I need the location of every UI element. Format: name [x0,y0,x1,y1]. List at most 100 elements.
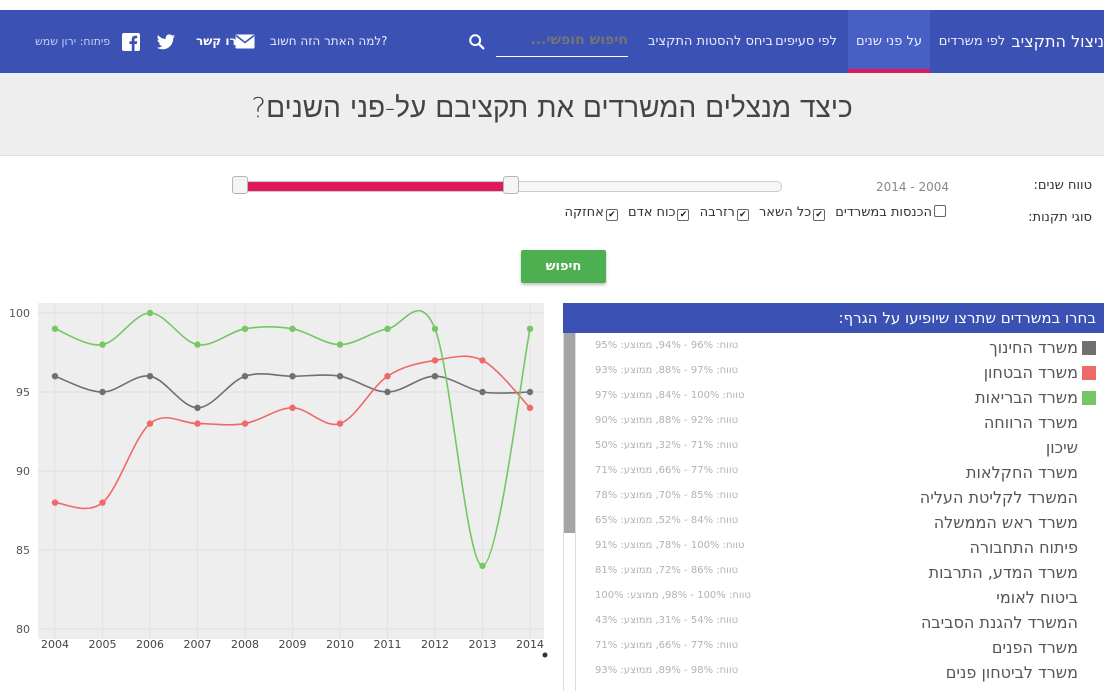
ministry-name: משרד החינוך [989,338,1078,357]
checkbox-box[interactable]: ✔ [813,209,826,221]
data-point [526,388,534,396]
years-slider-handle-max[interactable] [502,176,519,194]
x-tick-label: 2014 [516,638,544,651]
ministry-name: משרד המדע, התרבות [928,563,1078,582]
data-point [289,325,296,332]
ministry-item[interactable]: שיכון טווח: 71% - 32%, ממוצע: 50% [581,436,1096,461]
x-tick-label: 2008 [231,638,259,651]
regulation-types-label: סוגי תקנות: [1028,210,1092,225]
years-slider-handle-min[interactable] [232,176,248,194]
ministry-range: טווח: 71% - 32%, ממוצע: 50% [595,440,739,451]
data-point [51,373,59,380]
data-point [431,373,439,380]
ministry-item[interactable]: משרד הרווחה טווח: 92% - 88%, ממוצע: 90% [581,411,1096,436]
ministry-range: טווח: 100% - 78%, ממוצע: 91% [595,540,745,551]
ministry-item[interactable]: ביטוח לאומי טווח: 100% - 98%, ממוצע: 100% [581,586,1096,611]
type-checkbox-maintenance[interactable]: ✔אחזקה [564,205,618,221]
checkbox-box[interactable] [934,205,946,217]
data-point [289,373,296,380]
chart-area: 80 85 90 95 100 2004 2005 2006 2007 2008 2009 2010 2… [0,303,563,691]
x-tick-label: 2004 [41,638,69,651]
search-input[interactable] [496,24,628,57]
ministry-name: משרד לביטחון פנים [945,663,1078,682]
ministry-name: משרד ראש הממשלה [933,513,1078,532]
data-point [479,388,486,396]
ministry-color-swatch [1082,341,1096,355]
ministry-range: טווח: 100% - 98%, ממוצע: 100% [595,590,751,601]
data-point [99,341,106,348]
ministry-item[interactable]: פיתוח התחבורה טווח: 100% - 78%, ממוצע: 91… [581,536,1096,561]
ministry-range: טווח: 92% - 88%, ממוצע: 90% [595,415,739,426]
data-point [51,325,59,332]
ministry-range: טווח: 100% - 84%, ממוצע: 97% [595,390,745,401]
ministry-item[interactable]: משרד הבטחון טווח: 97% - 88%, ממוצע: 93% [581,361,1096,386]
ministry-item[interactable]: משרד החינוך טווח: 96% - 94%, ממוצע: 95% [581,336,1096,361]
ministry-name: המשרד להגנת הסביבה [920,613,1078,632]
data-point [384,388,391,396]
nav-item-by-sections[interactable]: לפי סעיפים [766,10,846,73]
ministry-item[interactable]: משרד הבריאות טווח: 100% - 84%, ממוצע: 97% [581,386,1096,411]
type-checkbox-other[interactable]: ✔כל השאר [759,205,826,221]
x-tick-label: 2012 [421,638,449,651]
years-label: טווח שנים: [1033,178,1092,193]
ministry-range: טווח: 97% - 88%, ממוצע: 93% [595,365,739,376]
data-point [241,420,249,427]
ministry-range: טווח: 85% - 70%, ממוצע: 78% [595,490,739,501]
data-point [336,341,344,348]
ministry-item[interactable]: משרד ראש הממשלה טווח: 84% - 52%, ממוצע: 6… [581,511,1096,536]
data-point [336,420,344,427]
ministry-name: משרד הפנים [991,638,1078,657]
data-point [526,404,534,411]
type-checkbox-manpower[interactable]: ✔כוח אדם [628,205,690,221]
line-chart: 80 85 90 95 100 2004 2005 2006 2007 2008 2009 2010 2… [9,303,548,658]
mail-icon[interactable] [235,34,255,49]
nav-item-budget-transfers[interactable]: ביחס להסטות התקציב [648,10,773,73]
navbar: ניצול התקציב לפי משרדים על פני שנים לפי … [0,10,1104,73]
chart-handle-dot [542,652,548,658]
type-checkbox-reserve[interactable]: ✔רזרבה [700,205,749,221]
ministry-item[interactable]: המשרד לקליטת העליה טווח: 85% - 70%, ממוצע… [581,486,1096,511]
search-button[interactable]: חיפוש [521,250,606,283]
why-important-link[interactable]: למה האתר הזה חשוב? [270,10,388,73]
ministry-color-swatch [1082,391,1096,405]
data-point [51,499,59,506]
checkbox-box[interactable]: ✔ [677,209,690,221]
x-tick-label: 2005 [89,638,117,651]
data-point [289,404,296,411]
scrollbar-thumb[interactable] [564,333,575,533]
checkbox-box[interactable]: ✔ [736,209,749,221]
nav-item-over-years[interactable]: על פני שנים [848,10,930,73]
nav-search [464,24,628,60]
twitter-icon[interactable] [156,34,176,51]
ministry-name: משרד הרווחה [983,413,1078,432]
data-point [384,373,391,380]
ministry-range: טווח: 77% - 66%, ממוצע: 71% [595,640,739,651]
facebook-icon[interactable] [122,33,140,51]
data-point [146,309,154,317]
data-point [431,357,439,364]
ministry-item[interactable]: משרד החקלאות טווח: 77% - 66%, ממוצע: 71% [581,461,1096,486]
data-point [479,357,486,364]
type-checkbox-income[interactable]: הכנסות במשרדים [835,205,946,220]
developer-credit[interactable]: פיתוח: ירון שמש [35,10,110,73]
ministry-name: משרד החקלאות [966,463,1078,482]
data-point [146,420,154,427]
y-tick-label: 100 [9,307,30,320]
x-tick-label: 2009 [279,638,307,651]
nav-item-by-ministry[interactable]: לפי משרדים [932,10,1012,73]
ministry-item[interactable]: משרד המדע, התרבות טווח: 86% - 72%, ממוצע:… [581,561,1096,586]
search-icon[interactable] [468,33,486,51]
data-point [99,388,106,396]
ministry-list-scrollbar[interactable] [563,333,576,691]
regulation-types: הכנסות במשרדים ✔כל השאר ✔רזרבה ✔כוח אדם … [558,205,946,221]
checkbox-box[interactable]: ✔ [605,209,618,221]
nav-brand[interactable]: ניצול התקציב [1011,10,1104,73]
data-point [479,562,486,569]
ministry-item[interactable]: משרד לביטחון פנים טווח: 98% - 89%, ממוצע:… [581,661,1096,686]
data-point [431,325,439,332]
data-point [99,499,106,506]
data-point [241,373,249,380]
x-tick-label: 2006 [136,638,164,651]
ministry-item[interactable]: משרד הפנים טווח: 77% - 66%, ממוצע: 71% [581,636,1096,661]
ministry-item[interactable]: המשרד להגנת הסביבה טווח: 54% - 31%, ממוצע… [581,611,1096,636]
